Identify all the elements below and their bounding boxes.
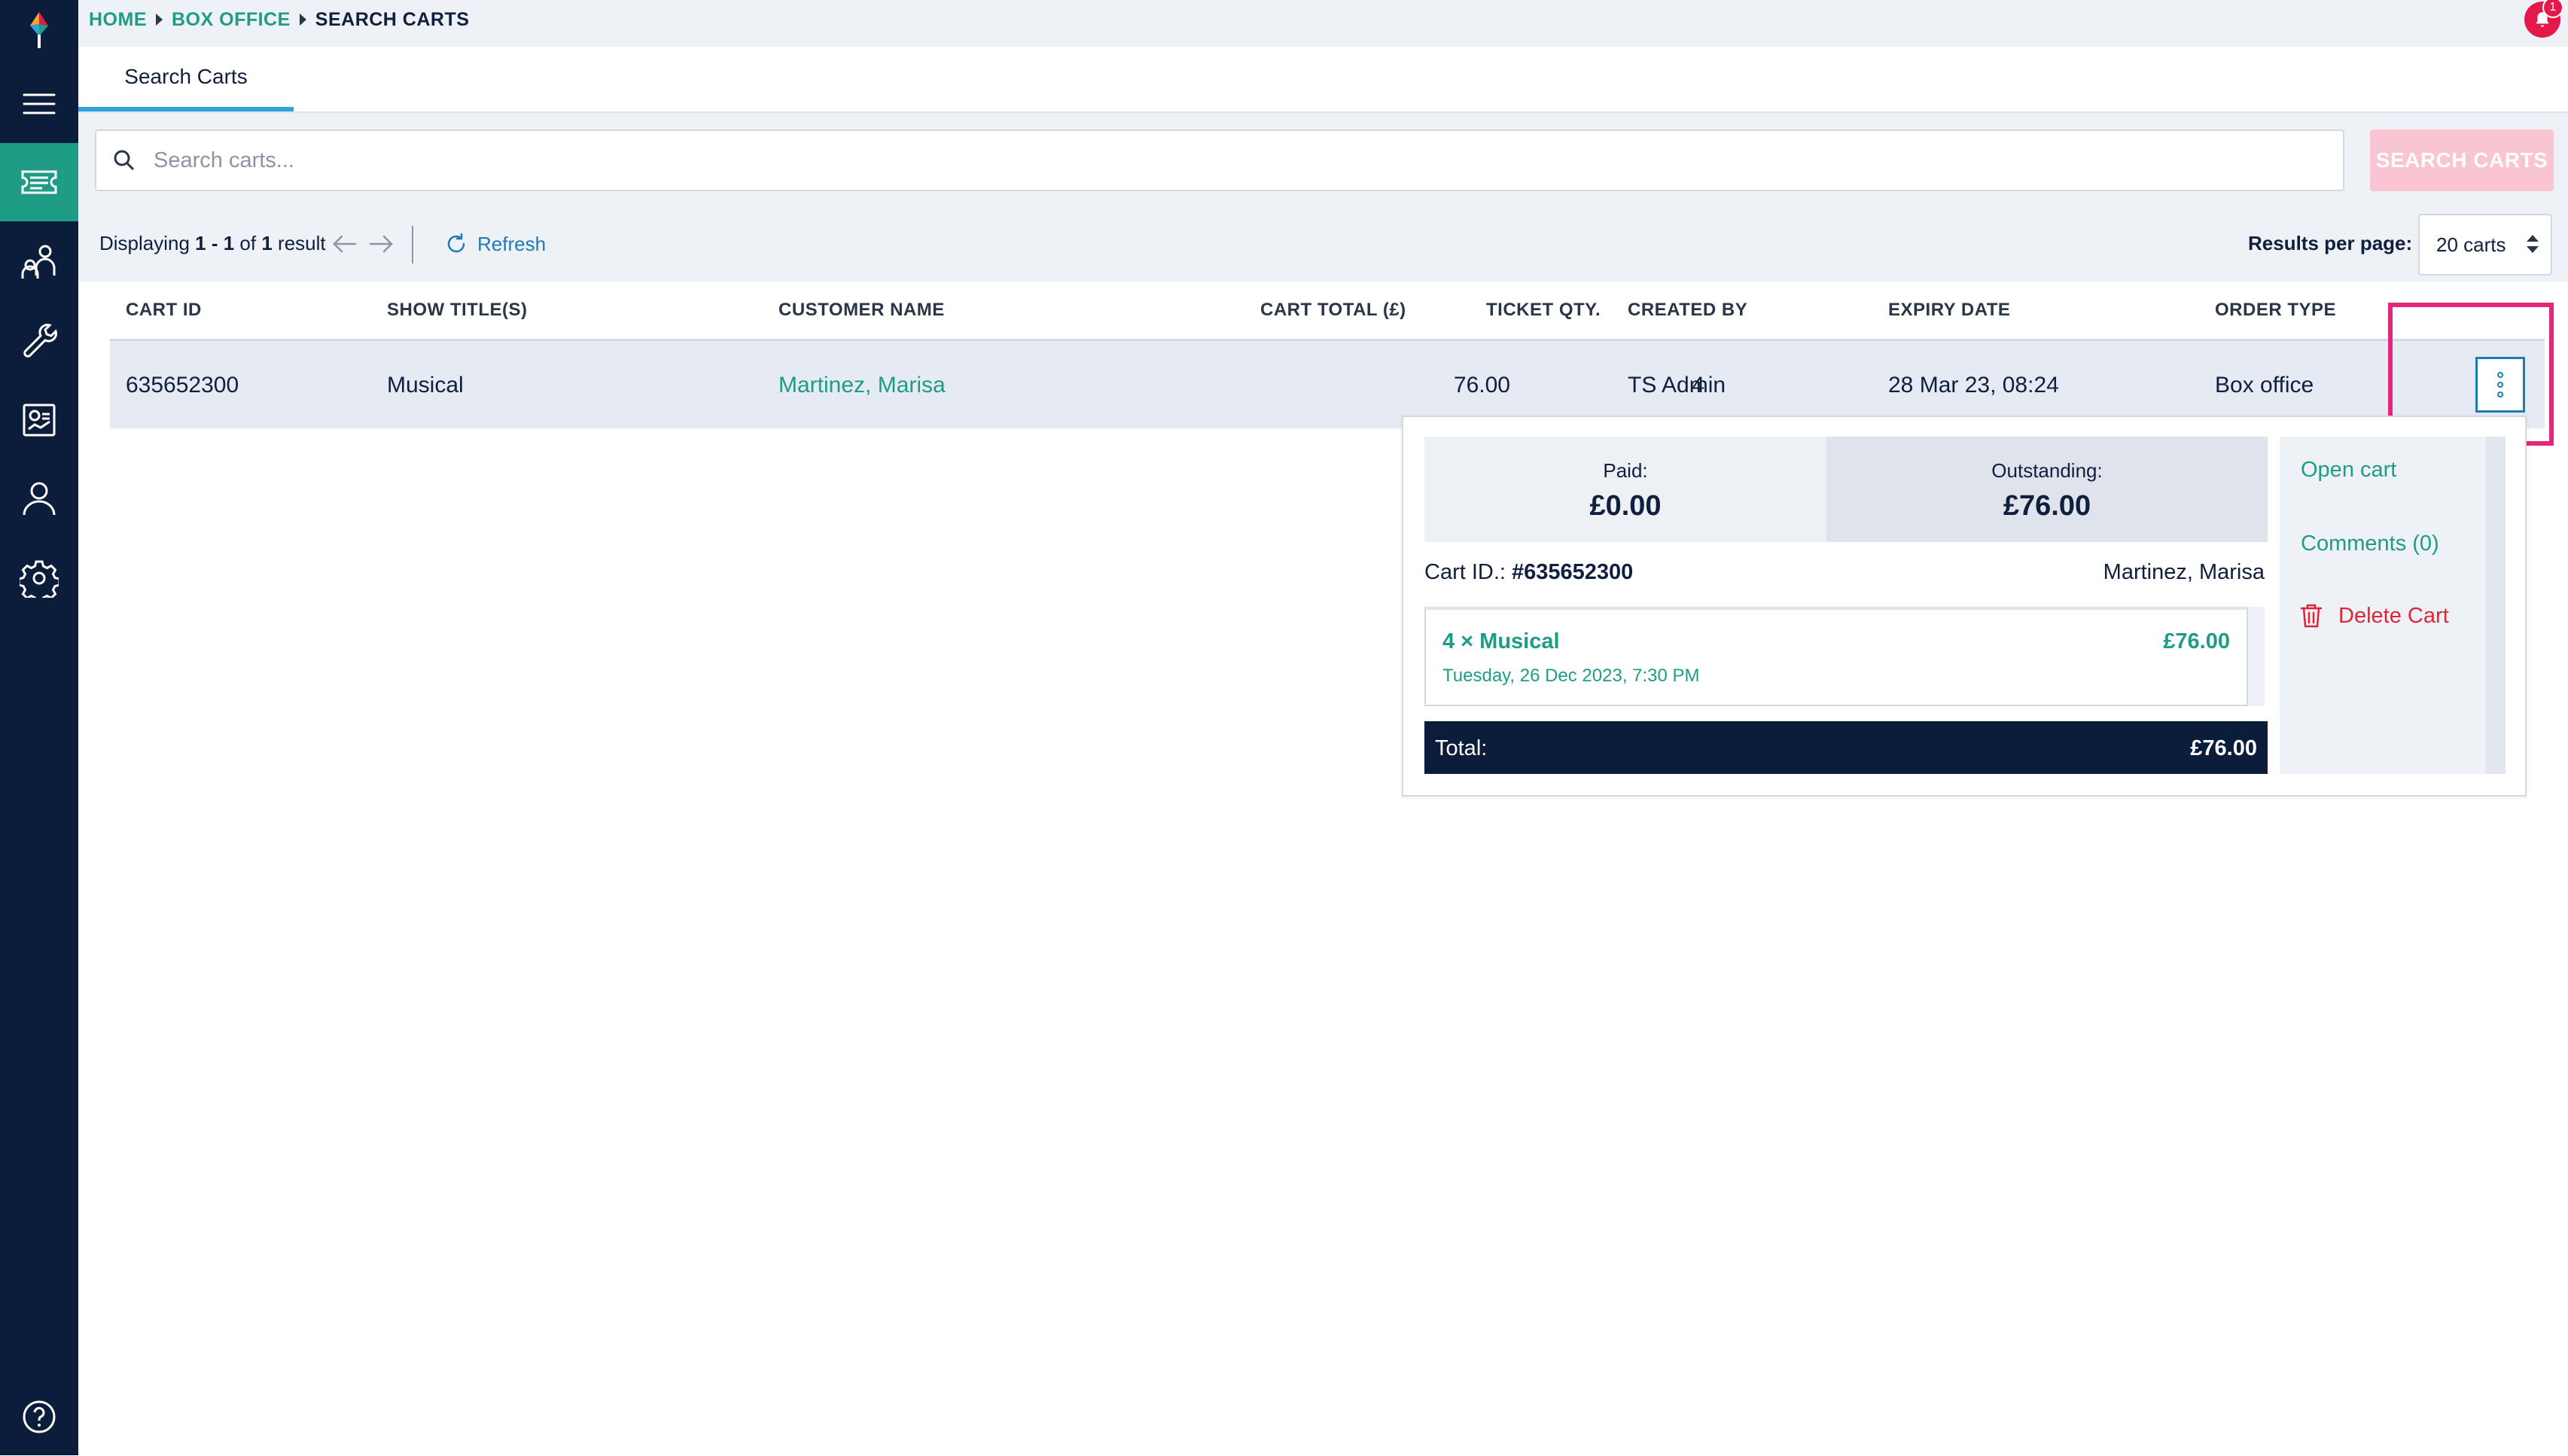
sidebar bbox=[0, 0, 78, 1455]
cell-customer-name-link[interactable]: Martinez, Marisa bbox=[778, 373, 946, 398]
top-bar: HOME BOX OFFICE SEARCH CARTS 1 Search Ca… bbox=[78, 0, 2568, 113]
column-header-cart-id[interactable]: CART ID bbox=[126, 300, 202, 321]
cart-item: 4 × Musical Tuesday, 26 Dec 2023, 7:30 P… bbox=[1424, 607, 2248, 706]
ticket-icon bbox=[21, 170, 57, 194]
cell-show-title: Musical bbox=[387, 373, 464, 398]
divider bbox=[412, 226, 413, 263]
help-icon[interactable] bbox=[0, 1378, 78, 1456]
search-icon bbox=[114, 150, 135, 171]
delete-cart-label: Delete Cart bbox=[2338, 603, 2449, 628]
tab-strip: Search Carts bbox=[78, 47, 2568, 111]
previous-page-icon[interactable] bbox=[331, 232, 358, 256]
column-header-created-by[interactable]: CREATED BY bbox=[1628, 300, 1747, 321]
paid-label: Paid: bbox=[1603, 459, 1648, 482]
results-summary: Displaying 1 - 1 of 1 result bbox=[99, 232, 326, 254]
cell-cart-total: 76.00 bbox=[1453, 373, 1510, 398]
refresh-icon bbox=[447, 233, 465, 253]
cart-total-label: Total: bbox=[1435, 736, 1488, 760]
trash-icon bbox=[2300, 604, 2323, 628]
results-per-page-value: 20 carts bbox=[2436, 233, 2506, 256]
results-bar: Displaying 1 - 1 of 1 result Refresh Res… bbox=[78, 206, 2568, 282]
gear-icon[interactable] bbox=[0, 539, 78, 617]
menu-icon[interactable] bbox=[0, 65, 78, 143]
popover-customer-name: Martinez, Marisa bbox=[2103, 560, 2265, 584]
column-header-expiry-date[interactable]: EXPIRY DATE bbox=[1888, 300, 2010, 321]
breadcrumb-home[interactable]: HOME bbox=[89, 9, 147, 31]
cart-summary-popover: Paid: £0.00 Outstanding: £76.00 Cart ID.… bbox=[1402, 416, 2527, 797]
outstanding-summary: Outstanding: £76.00 bbox=[1826, 437, 2268, 542]
scrollbar[interactable] bbox=[2248, 607, 2265, 706]
cell-cart-id: 635652300 bbox=[126, 373, 239, 398]
cell-expiry-date: 28 Mar 23, 08:24 bbox=[1888, 373, 2059, 398]
person-icon[interactable] bbox=[0, 459, 78, 538]
select-arrows-icon bbox=[2527, 235, 2539, 253]
column-header-show-titles[interactable]: SHOW TITLE(S) bbox=[387, 300, 527, 321]
tab-search-carts[interactable]: Search Carts bbox=[78, 47, 294, 111]
breadcrumb: HOME BOX OFFICE SEARCH CARTS bbox=[89, 8, 469, 32]
search-input[interactable] bbox=[152, 147, 2301, 174]
breadcrumb-box-office[interactable]: BOX OFFICE bbox=[172, 9, 291, 31]
notification-count-badge: 1 bbox=[2542, 0, 2563, 18]
comments-link[interactable]: Comments (0) bbox=[2301, 532, 2439, 556]
column-header-cart-total[interactable]: CART TOTAL (£) bbox=[1260, 300, 1406, 321]
paid-value: £0.00 bbox=[1589, 490, 1662, 522]
paid-summary: Paid: £0.00 bbox=[1424, 437, 1826, 542]
sidebar-item-box-office[interactable] bbox=[0, 143, 78, 221]
open-cart-link[interactable]: Open cart bbox=[2301, 458, 2396, 483]
search-carts-button[interactable]: SEARCH CARTS bbox=[2370, 129, 2554, 191]
cart-item-date: Tuesday, 26 Dec 2023, 7:30 PM bbox=[1442, 666, 1700, 686]
search-box bbox=[95, 129, 2344, 191]
scrollbar[interactable] bbox=[2486, 437, 2506, 774]
popover-cart-id: Cart ID.: #635652300 bbox=[1424, 560, 1634, 584]
report-icon[interactable] bbox=[0, 381, 78, 459]
outstanding-label: Outstanding: bbox=[1991, 459, 2103, 482]
cell-created-by: TS Admin bbox=[1628, 373, 1726, 398]
cart-item-title: 4 × Musical bbox=[1442, 629, 1560, 653]
refresh-label: Refresh bbox=[477, 232, 547, 255]
user-network-icon[interactable] bbox=[0, 223, 78, 301]
breadcrumb-separator-icon bbox=[299, 14, 306, 26]
popover-actions: Open cart Comments (0) Delete Cart bbox=[2280, 437, 2506, 774]
breadcrumb-current: SEARCH CARTS bbox=[315, 8, 470, 30]
cart-total-bar: Total: £76.00 bbox=[1424, 721, 2268, 774]
results-per-page-select[interactable]: 20 carts bbox=[2418, 214, 2552, 276]
breadcrumb-separator-icon bbox=[156, 14, 163, 26]
wrench-icon[interactable] bbox=[0, 301, 78, 379]
column-header-customer-name[interactable]: CUSTOMER NAME bbox=[778, 300, 945, 321]
results-per-page-label: Results per page: bbox=[2248, 232, 2413, 254]
logo-icon[interactable] bbox=[23, 9, 56, 51]
delete-cart-button[interactable]: Delete Cart bbox=[2299, 602, 2449, 629]
column-header-ticket-qty[interactable]: TICKET QTY. bbox=[1486, 300, 1601, 321]
search-area: SEARCH CARTS bbox=[78, 113, 2568, 206]
next-page-icon[interactable] bbox=[367, 232, 394, 256]
cart-total-value: £76.00 bbox=[2190, 736, 2257, 760]
outstanding-value: £76.00 bbox=[2003, 490, 2091, 522]
notification-button[interactable]: 1 bbox=[2524, 0, 2563, 38]
column-header-order-type[interactable]: ORDER TYPE bbox=[2215, 300, 2336, 321]
cell-order-type: Box office bbox=[2215, 373, 2314, 398]
refresh-button[interactable]: Refresh bbox=[444, 229, 546, 259]
cart-item-price: £76.00 bbox=[2163, 629, 2230, 653]
